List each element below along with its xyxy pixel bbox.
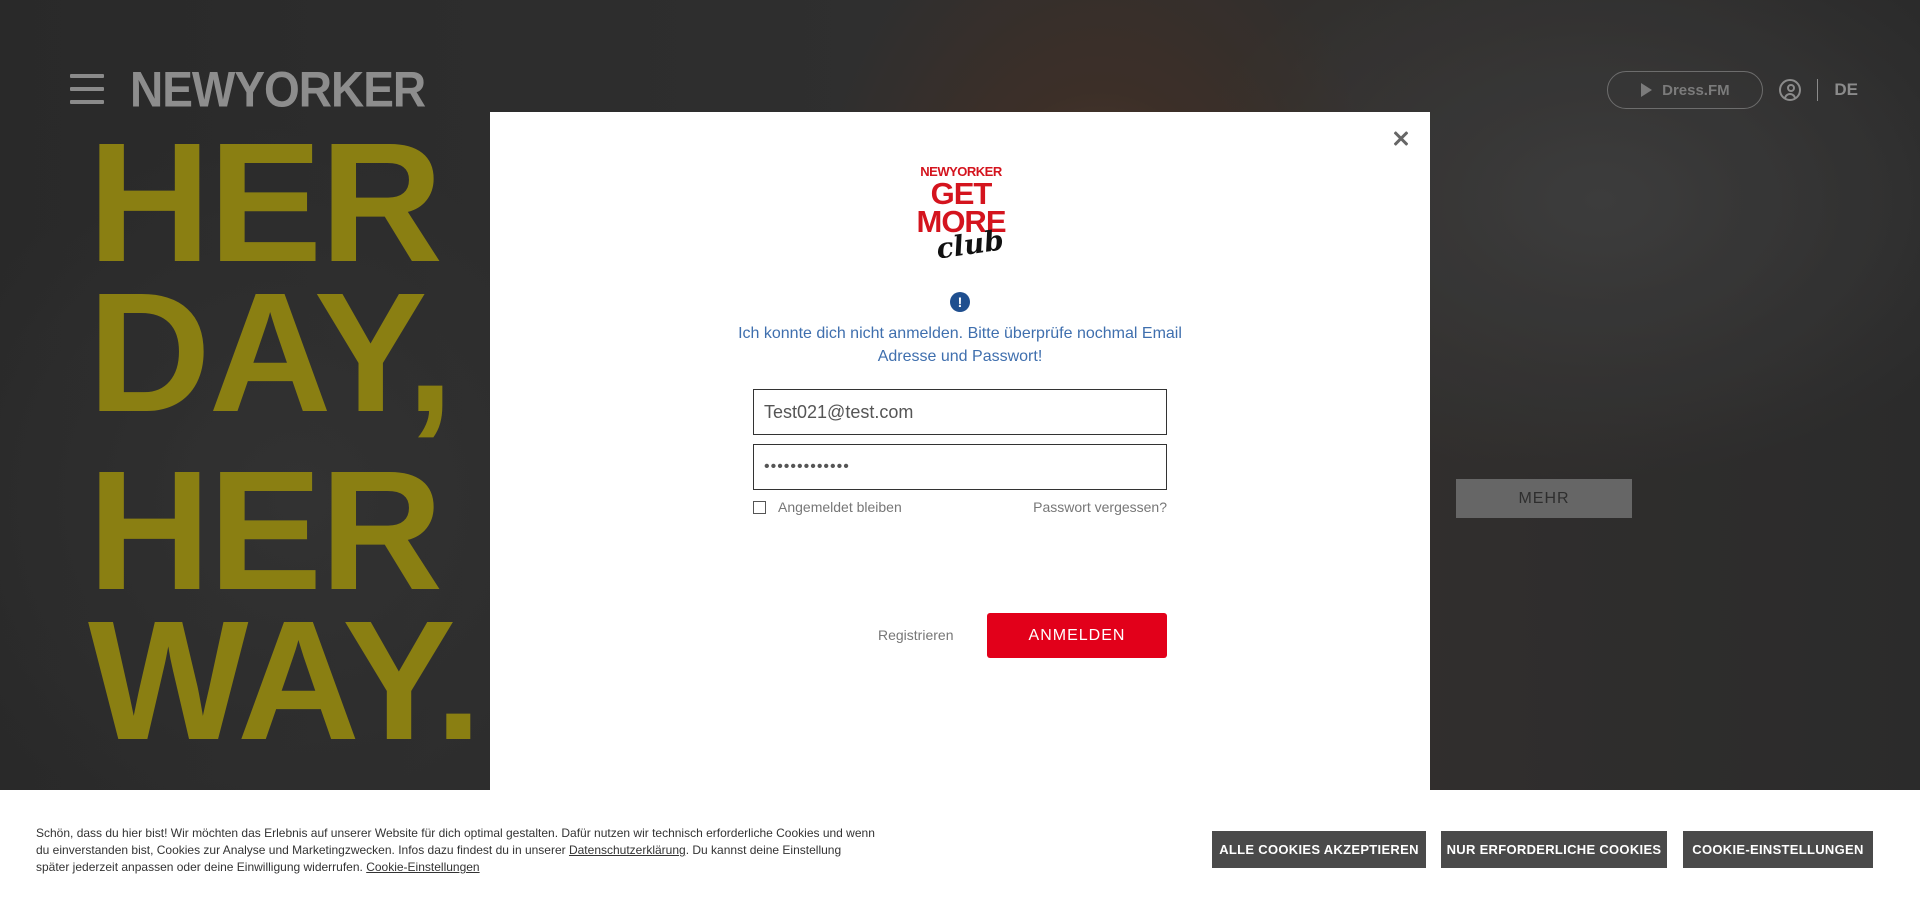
more-button[interactable]: MEHR <box>1456 479 1632 518</box>
hamburger-bar <box>70 87 104 91</box>
user-account-icon[interactable] <box>1779 79 1802 101</box>
play-icon <box>1641 83 1653 97</box>
hamburger-bar <box>70 74 104 78</box>
privacy-policy-link[interactable]: Datenschutzerklärung <box>569 843 686 857</box>
header-divider <box>1817 79 1819 101</box>
cookie-banner: Schön, dass du hier bist! Wir möchten da… <box>0 790 1920 911</box>
remember-label: Angemeldet bleiben <box>778 499 902 515</box>
login-button[interactable]: ANMELDEN <box>987 613 1167 658</box>
hero-headline: HER DAY, HER WAY. <box>88 108 482 776</box>
forgot-password-link[interactable]: Passwort vergessen? <box>1033 499 1167 515</box>
cookie-settings-button[interactable]: COOKIE-EINSTELLUNGEN <box>1683 831 1873 868</box>
required-cookies-button[interactable]: NUR ERFORDERLICHE COOKIES <box>1441 831 1667 868</box>
alert-info-icon: ! <box>950 292 970 312</box>
hero-line-3: HER <box>88 436 443 626</box>
hero-line-2: DAY, <box>88 258 454 448</box>
language-selector[interactable]: DE <box>1834 80 1858 100</box>
hero-line-1: HER <box>88 108 443 298</box>
cookie-text: Schön, dass du hier bist! Wir möchten da… <box>36 825 876 876</box>
password-field[interactable] <box>753 444 1167 490</box>
brand-logo[interactable]: NEWYORKER <box>130 60 426 118</box>
header-left: NEWYORKER <box>70 60 426 118</box>
register-link[interactable]: Registrieren <box>878 627 953 643</box>
cookie-settings-link[interactable]: Cookie-Einstellungen <box>366 860 479 874</box>
login-error-message: Ich konnte dich nicht anmelden. Bitte üb… <box>738 325 1182 365</box>
hamburger-bar <box>70 100 104 104</box>
get-more-club-logo: NEWYORKER GET MORE club <box>908 164 1014 270</box>
hero-line-4: WAY. <box>88 586 482 776</box>
login-modal: NEWYORKER GET MORE club ! Ich konnte dic… <box>490 112 1430 800</box>
accept-all-cookies-button[interactable]: ALLE COOKIES AKZEPTIEREN <box>1212 831 1426 868</box>
dressfm-label: Dress.FM <box>1662 81 1730 99</box>
header-right: Dress.FM DE <box>1607 71 1858 109</box>
close-icon[interactable] <box>1390 128 1412 150</box>
remember-me[interactable]: Angemeldet bleiben <box>753 499 902 515</box>
remember-checkbox[interactable] <box>753 500 766 514</box>
email-field[interactable] <box>753 389 1167 435</box>
dressfm-button[interactable]: Dress.FM <box>1607 71 1764 109</box>
hamburger-menu-icon[interactable] <box>70 74 104 104</box>
